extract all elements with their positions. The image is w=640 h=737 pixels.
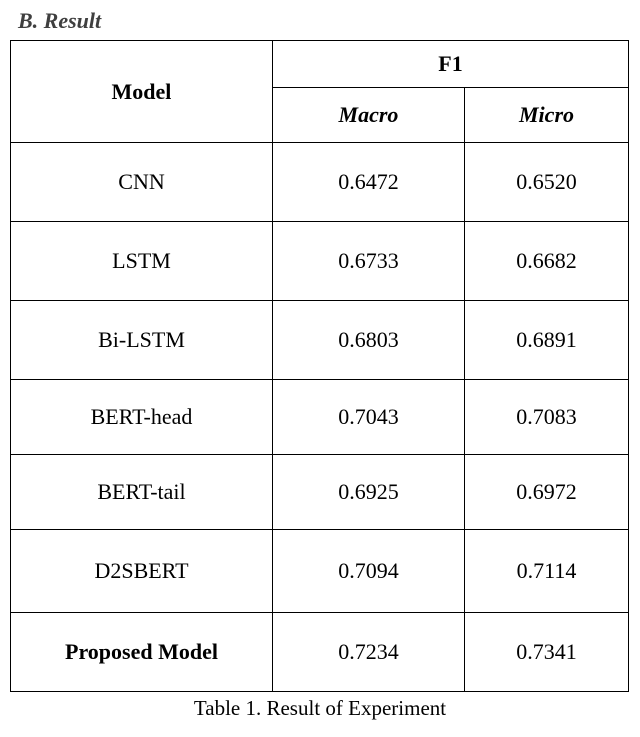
table-header-row: Model F1 <box>11 41 629 88</box>
cell-macro: 0.6472 <box>273 143 465 222</box>
col-header-model: Model <box>11 41 273 143</box>
cell-model: BERT-head <box>11 380 273 455</box>
cell-model: D2SBERT <box>11 530 273 613</box>
table-row: BERT-head 0.7043 0.7083 <box>11 380 629 455</box>
cell-model: CNN <box>11 143 273 222</box>
col-header-micro: Micro <box>465 88 629 143</box>
cell-micro: 0.6682 <box>465 222 629 301</box>
col-header-macro: Macro <box>273 88 465 143</box>
table-row: Bi-LSTM 0.6803 0.6891 <box>11 301 629 380</box>
cell-macro: 0.7234 <box>273 613 465 692</box>
cell-micro: 0.6520 <box>465 143 629 222</box>
cell-macro: 0.6803 <box>273 301 465 380</box>
section-heading: B. Result <box>18 8 630 34</box>
table-row: Proposed Model 0.7234 0.7341 <box>11 613 629 692</box>
table-row: CNN 0.6472 0.6520 <box>11 143 629 222</box>
cell-micro: 0.7083 <box>465 380 629 455</box>
table-caption: Table 1. Result of Experiment <box>10 696 630 721</box>
cell-micro: 0.7114 <box>465 530 629 613</box>
results-table: Model F1 Macro Micro CNN 0.6472 0.6520 L… <box>10 40 629 692</box>
cell-micro: 0.6972 <box>465 455 629 530</box>
table-row: BERT-tail 0.6925 0.6972 <box>11 455 629 530</box>
cell-micro: 0.7341 <box>465 613 629 692</box>
table-row: LSTM 0.6733 0.6682 <box>11 222 629 301</box>
cell-macro: 0.6733 <box>273 222 465 301</box>
cell-model: Bi-LSTM <box>11 301 273 380</box>
cell-macro: 0.7094 <box>273 530 465 613</box>
cell-micro: 0.6891 <box>465 301 629 380</box>
cell-macro: 0.6925 <box>273 455 465 530</box>
cell-model: BERT-tail <box>11 455 273 530</box>
cell-macro: 0.7043 <box>273 380 465 455</box>
col-header-f1: F1 <box>273 41 629 88</box>
table-row: D2SBERT 0.7094 0.7114 <box>11 530 629 613</box>
cell-model-proposed: Proposed Model <box>11 613 273 692</box>
cell-model: LSTM <box>11 222 273 301</box>
